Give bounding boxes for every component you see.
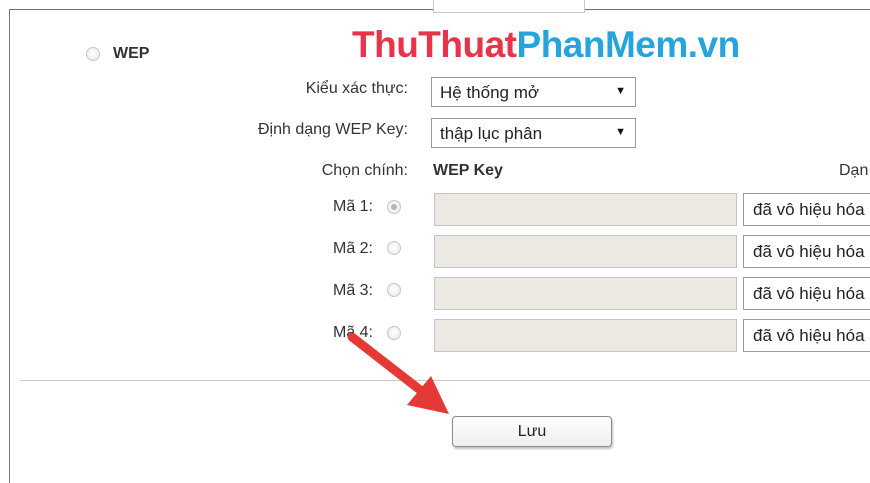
key-format-value: thập lục phân <box>440 124 543 143</box>
auth-type-label: Kiểu xác thực: <box>305 80 408 97</box>
wireless-security-panel: WEP ThuThuatPhanMem.vn Kiểu xác thực: Hệ… <box>0 0 870 483</box>
key-3-type-select[interactable]: đã vô hiệu hóa <box>743 277 870 310</box>
key-format-label: Định dạng WEP Key: <box>257 121 408 138</box>
section-divider <box>20 380 870 381</box>
key-format-select[interactable]: thập lục phân ▼ <box>431 118 636 148</box>
key-4-type-select[interactable]: đã vô hiệu hóa <box>743 319 870 352</box>
arrow-head <box>407 376 449 414</box>
watermark-part-2: PhanMem <box>516 24 689 65</box>
key-4-radio[interactable] <box>387 326 401 340</box>
watermark-part-1: ThuThuat <box>352 24 517 65</box>
wep-label: WEP <box>113 45 150 62</box>
previous-field-edge <box>433 0 585 13</box>
key-3-radio[interactable] <box>387 283 401 297</box>
save-button[interactable]: Lưu <box>452 416 612 447</box>
watermark-logo: ThuThuatPhanMem.vn <box>352 24 740 66</box>
arrow-shaft <box>347 332 429 398</box>
key-1-input[interactable] <box>434 193 737 226</box>
watermark-part-3: .vn <box>687 24 740 65</box>
key-3-label: Mã 3: <box>332 282 373 299</box>
auth-type-select[interactable]: Hệ thống mở ▼ <box>431 77 636 107</box>
panel-left-border <box>9 9 10 483</box>
key-2-label: Mã 2: <box>332 240 373 257</box>
key-type-header: Dạn <box>839 162 869 179</box>
dropdown-arrow-icon: ▼ <box>615 85 626 97</box>
dropdown-arrow-icon: ▼ <box>615 126 626 138</box>
key-1-label: Mã 1: <box>332 198 373 215</box>
key-4-label: Mã 4: <box>332 324 373 341</box>
key-select-label: Chọn chính: <box>321 162 408 179</box>
key-2-radio[interactable] <box>387 241 401 255</box>
wep-radio[interactable] <box>86 47 100 61</box>
auth-type-value: Hệ thống mở <box>440 83 540 102</box>
key-4-input[interactable] <box>434 319 737 352</box>
key-1-type-select[interactable]: đã vô hiệu hóa <box>743 193 870 226</box>
wep-key-header: WEP Key <box>433 162 503 179</box>
key-1-radio[interactable] <box>387 200 401 214</box>
key-3-input[interactable] <box>434 277 737 310</box>
key-2-type-select[interactable]: đã vô hiệu hóa <box>743 235 870 268</box>
key-2-input[interactable] <box>434 235 737 268</box>
